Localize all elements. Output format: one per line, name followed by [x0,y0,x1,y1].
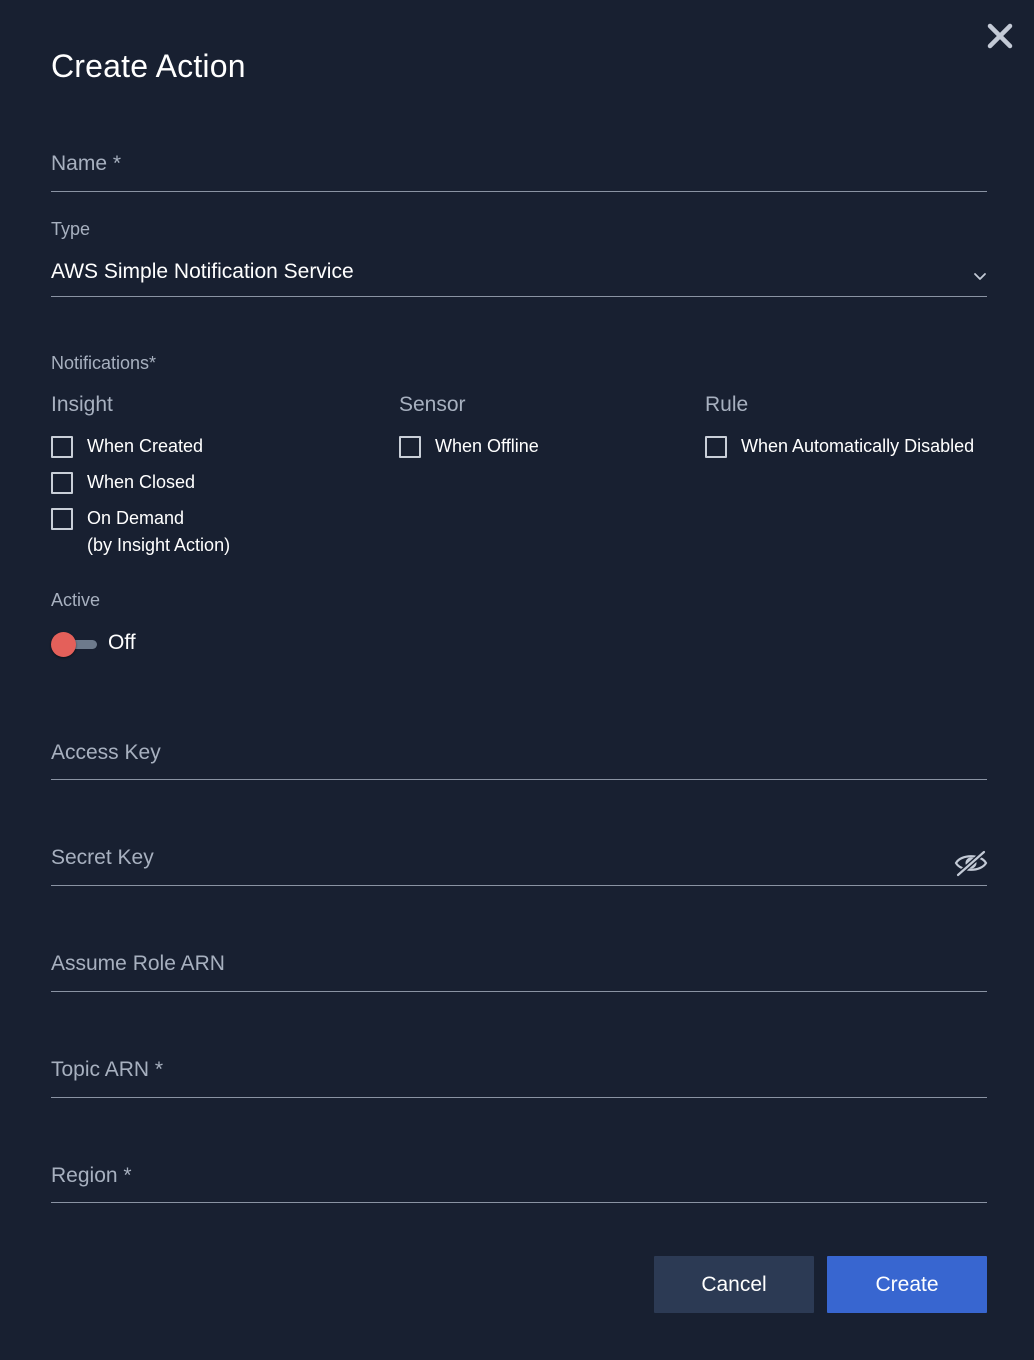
secret-key-input[interactable]: Secret Key [51,846,154,870]
access-key-underline [51,779,987,780]
notifications-label: Notifications* [51,353,157,373]
checkbox-label: On Demand (by Insight Action) [87,507,230,556]
active-label: Active [51,590,101,610]
insight-when-closed-checkbox[interactable]: When Closed [51,471,195,494]
active-state-label: Off [108,631,136,654]
checkbox-label: When Automatically Disabled [741,436,975,456]
insight-on-demand-checkbox[interactable]: On Demand (by Insight Action) [51,507,230,556]
checkbox-box[interactable] [51,472,73,494]
region-underline [51,1202,987,1203]
rule-when-automatically-disabled-checkbox[interactable]: When Automatically Disabled [705,435,974,458]
checkbox-box[interactable] [51,508,73,530]
checkbox-box[interactable] [399,436,421,458]
type-select[interactable]: AWS Simple Notification Service [51,260,354,284]
sensor-group-heading: Sensor [399,393,466,416]
checkbox-label: When Offline [435,436,539,456]
insight-when-created-checkbox[interactable]: When Created [51,435,203,458]
active-toggle[interactable] [51,632,97,658]
checkbox-label: When Closed [87,472,196,492]
name-input-underline [51,191,987,192]
assume-role-arn-underline [51,991,987,992]
toggle-knob [51,632,76,657]
sensor-when-offline-checkbox[interactable]: When Offline [399,435,539,458]
type-select-underline [51,296,987,297]
close-button[interactable] [984,20,1016,52]
name-input[interactable]: Name * [51,152,121,176]
assume-role-arn-input[interactable]: Assume Role ARN [51,952,225,976]
cancel-button[interactable]: Cancel [654,1256,814,1313]
checkbox-box[interactable] [51,436,73,458]
checkbox-label: When Created [87,436,204,456]
create-button[interactable]: Create [827,1256,987,1313]
region-input[interactable]: Region * [51,1164,132,1188]
topic-arn-underline [51,1097,987,1098]
eye-slash-icon[interactable] [953,848,989,878]
access-key-input[interactable]: Access Key [51,741,161,765]
on-demand-sublabel: (by Insight Action) [87,535,231,555]
chevron-down-icon[interactable] [970,266,990,286]
dialog-title: Create Action [51,48,246,84]
secret-key-underline [51,885,987,886]
rule-group-heading: Rule [705,393,749,416]
close-icon [987,23,1013,49]
insight-group-heading: Insight [51,393,113,416]
on-demand-label: On Demand [87,508,185,528]
checkbox-box[interactable] [705,436,727,458]
type-label: Type [51,219,91,239]
topic-arn-input[interactable]: Topic ARN * [51,1058,163,1082]
